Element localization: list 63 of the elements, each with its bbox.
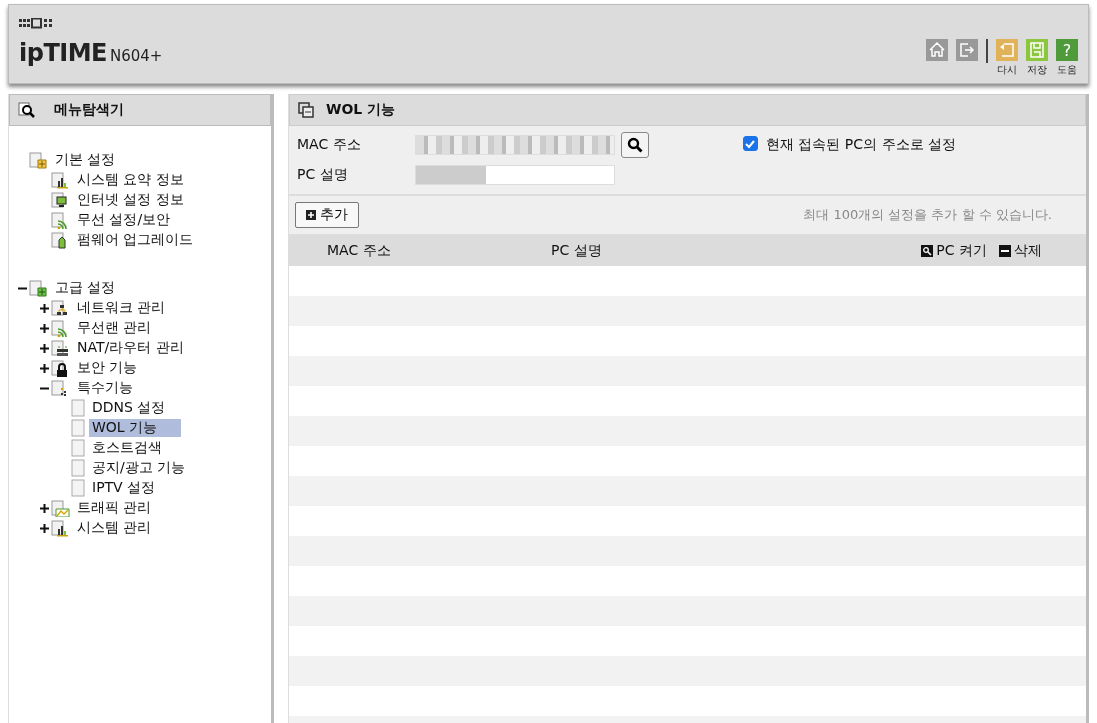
tree-item[interactable]: 인터넷 설정 정보 <box>74 191 187 209</box>
line-chart-icon <box>51 499 70 517</box>
page-icon <box>71 439 85 457</box>
tree-item[interactable]: 기본 설정 <box>52 151 119 169</box>
tree-item[interactable]: 호스트검색 <box>89 439 165 457</box>
page-icon <box>71 479 85 497</box>
wifi-icon <box>51 319 70 337</box>
limit-note: 최대 100개의 설정을 추가 할 수 있습니다. <box>803 206 1052 224</box>
router-icon <box>51 339 70 357</box>
page-title: WOL 기능 <box>326 101 396 119</box>
column-header: MAC 주소 <box>327 242 392 260</box>
tree-item[interactable]: NAT/라우터 관리 <box>74 339 187 357</box>
lock-icon <box>51 359 70 377</box>
column-header: PC 설명 <box>551 242 603 260</box>
tree-item[interactable]: 펌웨어 업그레이드 <box>74 231 197 249</box>
plus-icon <box>306 210 316 220</box>
field-label: MAC 주소 <box>297 136 362 154</box>
page-icon <box>71 419 85 437</box>
checkbox[interactable] <box>742 136 758 151</box>
folder-icon <box>29 279 48 297</box>
windows-icon <box>298 102 314 118</box>
tree-item[interactable]: 트래픽 관리 <box>74 499 155 517</box>
bar-chart-icon <box>51 171 70 189</box>
page-icon <box>71 399 85 417</box>
power-on-button[interactable]: PC 켜기 <box>921 242 987 260</box>
tree-item[interactable]: 시스템 요약 정보 <box>74 171 187 189</box>
tree-item[interactable]: 공지/광고 기능 <box>89 459 189 477</box>
wifi-icon <box>51 211 70 229</box>
expand-icon[interactable] <box>37 523 51 533</box>
expand-icon[interactable] <box>37 323 51 333</box>
delete-button[interactable]: 삭제 <box>999 242 1042 260</box>
search-icon <box>921 245 934 257</box>
monitor-icon <box>51 191 70 209</box>
search-icon <box>627 137 643 153</box>
field-label: PC 설명 <box>297 166 349 184</box>
tree-item[interactable]: 무선랜 관리 <box>74 319 155 337</box>
tree-item[interactable]: WOL 기능 <box>89 419 182 437</box>
search-button[interactable] <box>621 132 649 158</box>
add-button[interactable]: 추가 <box>295 202 359 228</box>
search-icon <box>18 102 36 118</box>
tree-item[interactable]: 보안 기능 <box>74 359 141 377</box>
tree-item[interactable]: DDNS 설정 <box>89 399 169 417</box>
expand-icon[interactable] <box>37 503 51 513</box>
tree-item[interactable]: IPTV 설정 <box>89 479 159 497</box>
tree-item[interactable]: 고급 설정 <box>52 279 119 297</box>
tree-item[interactable]: 시스템 관리 <box>74 519 155 537</box>
tree-item[interactable]: 네트워크 관리 <box>74 299 169 317</box>
expand-icon[interactable] <box>37 363 51 373</box>
minus-icon <box>999 245 1011 257</box>
expand-icon[interactable] <box>37 303 51 313</box>
tree-item[interactable]: 특수기능 <box>74 379 136 397</box>
bar-chart-icon <box>51 519 70 537</box>
brand-logo: ipTIME <box>19 39 107 67</box>
pc-description-field[interactable] <box>415 165 615 185</box>
tree-item[interactable]: 무선 설정/보안 <box>74 211 174 229</box>
sidebar-title: 메뉴탐색기 <box>54 101 124 119</box>
mac-address-field[interactable] <box>415 135 615 155</box>
expand-icon[interactable] <box>37 343 51 353</box>
checkbox-label: 현재 접속된 PC의 주소로 설정 <box>765 136 956 154</box>
network-icon <box>51 299 70 317</box>
folder-icon <box>29 151 48 169</box>
model-name: N604+ <box>110 47 163 65</box>
page-icon <box>71 459 85 477</box>
